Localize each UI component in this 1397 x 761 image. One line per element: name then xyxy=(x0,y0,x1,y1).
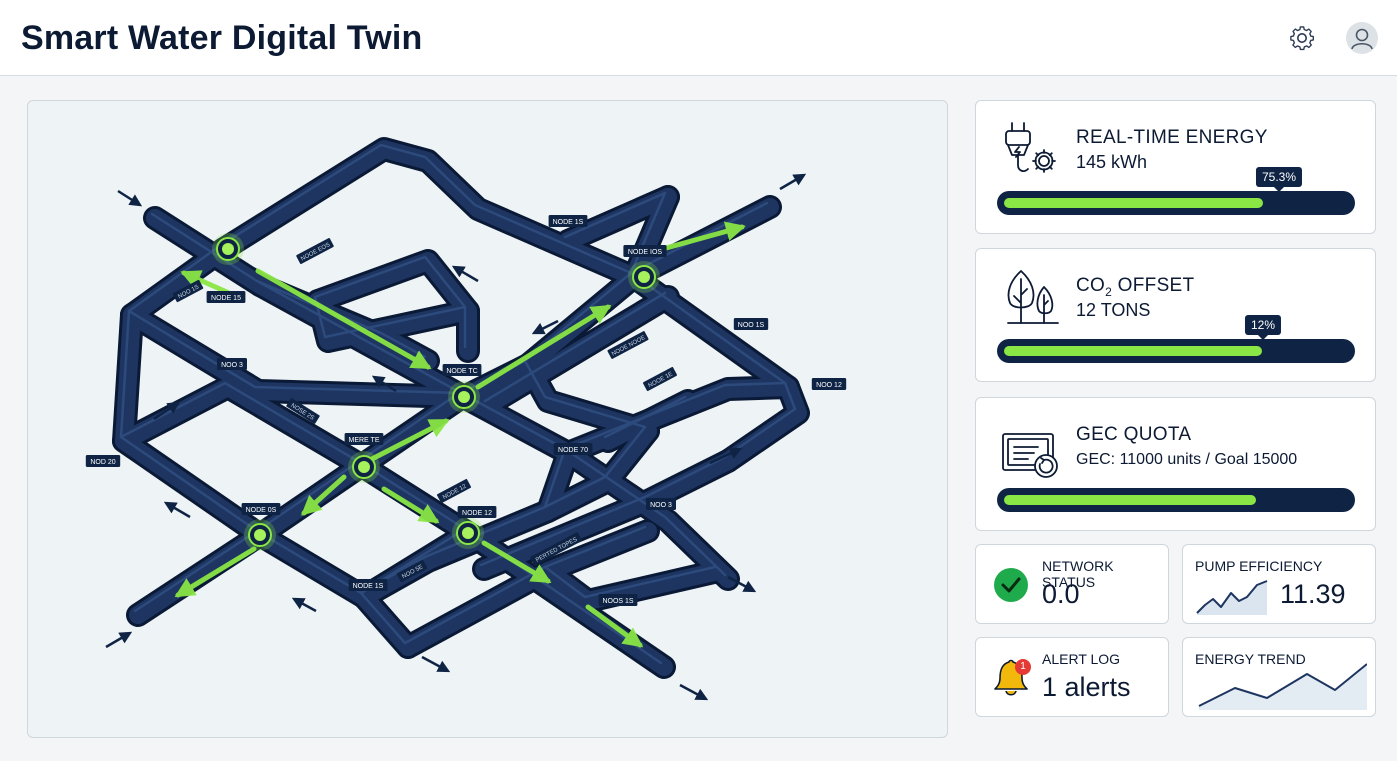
pump-efficiency-card[interactable]: PUMP EFFICIENCY 11.39 xyxy=(1182,544,1376,624)
energy-percent-tooltip: 75.3% xyxy=(1255,167,1303,192)
svg-text:NODE 15: NODE 15 xyxy=(211,295,241,302)
alert-log-value: 1 alerts xyxy=(1042,672,1131,702)
certificate-refresh-icon xyxy=(1002,433,1058,478)
node-label: NOO 1S xyxy=(733,318,769,330)
network-node[interactable] xyxy=(212,233,244,265)
co2-offset-label: CO2 OFFSET xyxy=(1076,275,1194,299)
gec-quota-card: GEC QUOTA GEC: 11000 units / Goal 15000 xyxy=(975,397,1376,531)
network-node[interactable] xyxy=(348,451,380,483)
network-status-value: 0.0 xyxy=(1042,579,1080,609)
svg-text:NODE 1S: NODE 1S xyxy=(553,219,584,226)
energy-progress-fill xyxy=(1004,198,1263,208)
energy-trend-card[interactable]: ENERGY TREND xyxy=(1182,637,1376,717)
gec-quota-label: GEC QUOTA xyxy=(1076,424,1192,445)
alert-log-label: ALERT LOG xyxy=(1042,651,1121,667)
node-label: NODE 15 xyxy=(206,291,246,303)
co2-label-prefix: CO xyxy=(1076,275,1106,296)
flow-direction-arrow xyxy=(291,597,317,613)
svg-text:NODE TC: NODE TC xyxy=(446,368,477,375)
node-label: NODE 1S xyxy=(348,579,388,591)
check-circle-icon xyxy=(994,568,1028,602)
flow-direction-arrow xyxy=(117,189,143,207)
node-label: NODE 1S xyxy=(548,215,588,227)
alert-log-card[interactable]: 1 ALERT LOG 1 alerts xyxy=(975,637,1169,717)
svg-text:NOOS 1S: NOOS 1S xyxy=(602,598,633,605)
pump-efficiency-value: 11.39 xyxy=(1280,579,1346,609)
app-title: Smart Water Digital Twin xyxy=(21,19,423,57)
pipe-network-map[interactable]: NODE 1S NODE IOS NODE 15 NOO 3 NODE TC MERE T… xyxy=(27,100,948,738)
energy-label: REAL-TIME ENERGY xyxy=(1076,127,1268,148)
gec-progress-bar[interactable] xyxy=(997,488,1355,512)
network-status-card[interactable]: NETWORK STATUS 0.0 xyxy=(975,544,1169,624)
network-node[interactable] xyxy=(628,261,660,293)
app-header: Smart Water Digital Twin xyxy=(0,0,1397,76)
node-label: NOD 20 xyxy=(85,455,121,467)
settings-button[interactable] xyxy=(1286,22,1318,54)
svg-text:NOO 3: NOO 3 xyxy=(650,502,672,509)
user-avatar-button[interactable] xyxy=(1346,22,1378,54)
svg-text:NODE 1S: NODE 1S xyxy=(353,583,384,590)
node-label: NODE 70 xyxy=(553,443,593,455)
node-label: NODE TC xyxy=(442,364,482,376)
co2-offset-value: 12 TONS xyxy=(1076,300,1151,320)
alert-count-badge: 1 xyxy=(1015,659,1031,675)
flow-direction-arrow xyxy=(163,501,191,519)
svg-text:NODE 70: NODE 70 xyxy=(558,447,588,454)
network-node[interactable] xyxy=(452,517,484,549)
svg-text:NOO 3: NOO 3 xyxy=(221,362,243,369)
svg-text:NOO 1S: NOO 1S xyxy=(738,322,765,329)
pipe-marking: NOOE EOS xyxy=(296,238,334,264)
node-label: NODE 0S xyxy=(241,503,281,515)
flow-direction-arrow xyxy=(679,683,709,701)
pump-efficiency-label: PUMP EFFICIENCY xyxy=(1195,558,1323,574)
pipe-highlight xyxy=(483,291,667,403)
node-label: NOO 3 xyxy=(646,498,676,510)
gec-quota-value: GEC: 11000 units / Goal 15000 xyxy=(1076,451,1298,468)
node-label: NOOS 1S xyxy=(598,594,638,606)
flow-direction-arrow xyxy=(105,631,133,649)
svg-text:NODE 12: NODE 12 xyxy=(462,510,492,517)
energy-card: REAL-TIME ENERGY 145 kWh 75.3% xyxy=(975,100,1376,234)
svg-text:NOD 20: NOD 20 xyxy=(90,459,115,466)
svg-text:NOO 12: NOO 12 xyxy=(816,382,842,389)
node-label: NODE 12 xyxy=(457,506,497,518)
svg-text:MERE TE: MERE TE xyxy=(349,437,380,444)
flow-direction-arrow xyxy=(421,655,451,673)
node-label: NOO 12 xyxy=(811,378,847,390)
user-avatar-icon xyxy=(1351,28,1373,50)
node-label: MERE TE xyxy=(344,433,384,445)
gear-icon xyxy=(1290,26,1314,51)
pipe-segment xyxy=(355,458,477,542)
pipe-network-diagram: NODE 1S NODE IOS NODE 15 NOO 3 NODE TC MERE T… xyxy=(85,137,847,701)
svg-text:NODE 0S: NODE 0S xyxy=(246,507,277,514)
svg-text:NODE IOS: NODE IOS xyxy=(628,249,663,256)
co2-percent-tooltip: 12% xyxy=(1244,315,1282,340)
energy-value: 145 kWh xyxy=(1076,152,1148,172)
co2-label-suffix: OFFSET xyxy=(1112,275,1195,296)
plug-gear-icon xyxy=(1005,122,1056,173)
energy-progress-bar[interactable] xyxy=(997,191,1355,215)
co2-progress-bar[interactable] xyxy=(997,339,1355,363)
co2-offset-card: CO2 OFFSET 12 TONS 12% xyxy=(975,248,1376,382)
network-node[interactable] xyxy=(244,519,276,551)
flow-direction-arrow xyxy=(779,173,807,191)
trees-icon xyxy=(1007,270,1059,324)
pipe-marking: NODE 12 xyxy=(436,478,472,504)
co2-progress-fill xyxy=(1004,346,1262,356)
node-label: NODE IOS xyxy=(623,245,667,257)
pipe-marking: NOOE 1E xyxy=(642,366,678,392)
energy-trend-sparkline xyxy=(1198,663,1367,710)
node-label: NOO 3 xyxy=(217,358,247,370)
network-node[interactable] xyxy=(448,381,480,413)
pump-efficiency-sparkline xyxy=(1196,580,1268,615)
gec-progress-fill xyxy=(1004,495,1256,505)
